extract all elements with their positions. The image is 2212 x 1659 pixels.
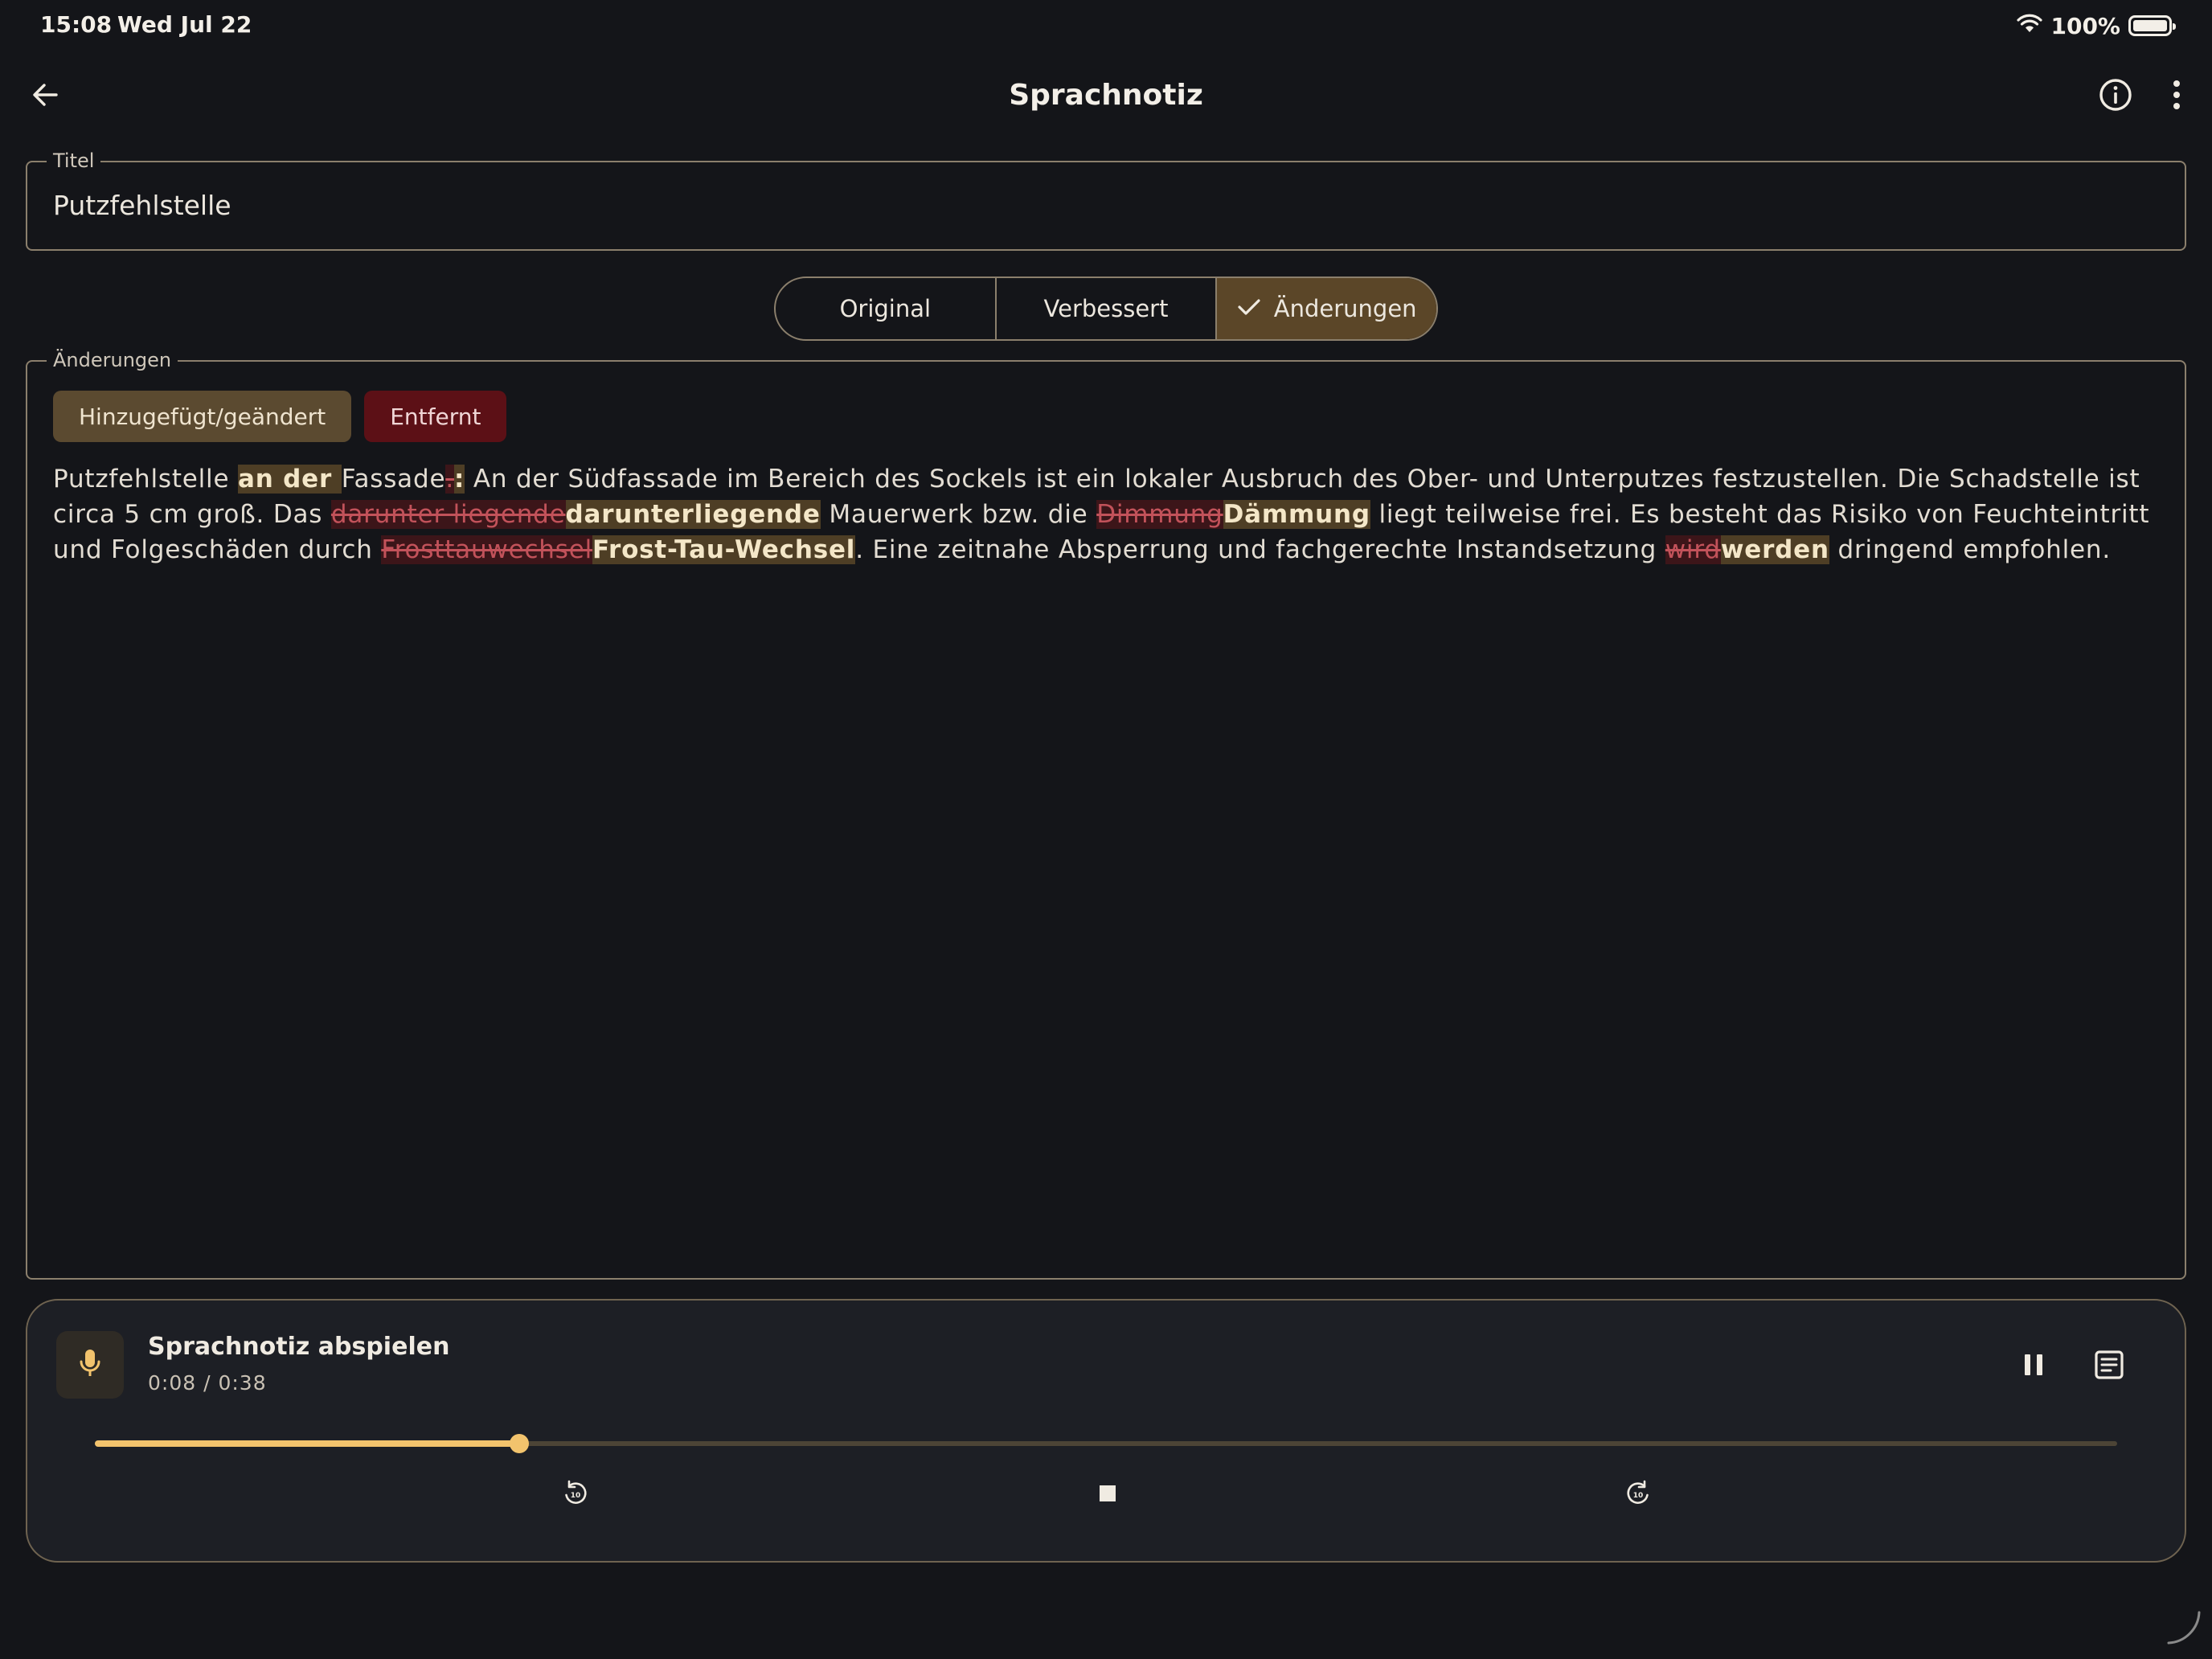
- pause-icon: [2022, 1352, 2046, 1381]
- view-toggle: Original Verbessert Änderungen: [774, 276, 1438, 341]
- tab-aenderungen[interactable]: Änderungen: [1217, 278, 1436, 339]
- microphone-badge: [56, 1331, 124, 1399]
- tab-verbessert[interactable]: Verbessert: [997, 278, 1218, 339]
- battery-percent: 100%: [2050, 12, 2120, 39]
- wifi-icon: [2017, 13, 2043, 39]
- svg-text:10: 10: [1633, 1492, 1644, 1500]
- corner-indicator: [2164, 1608, 2202, 1646]
- forward-10-icon: 10: [1624, 1479, 1653, 1511]
- tab-aenderungen-label: Änderungen: [1273, 295, 1417, 322]
- battery-icon: [2128, 15, 2176, 36]
- title-field[interactable]: Titel: [26, 150, 2186, 251]
- stop-icon: [1098, 1484, 1117, 1506]
- diff-removed: wird: [1665, 535, 1721, 564]
- tab-original-label: Original: [839, 295, 932, 322]
- more-vertical-icon: [2172, 79, 2181, 114]
- changes-panel: Änderungen Hinzugefügt/geändert Entfernt…: [26, 349, 2186, 1280]
- diff-removed: Frosttauwechsel: [381, 535, 592, 564]
- slider-thumb[interactable]: [510, 1434, 530, 1453]
- diff-unchanged: Fassade: [341, 465, 446, 494]
- diff-inserted: werden: [1720, 535, 1829, 564]
- legend-removed-chip: Entfernt: [364, 391, 507, 442]
- diff-inserted: :: [453, 465, 465, 494]
- status-indicators: 100%: [2017, 10, 2176, 42]
- page-title: Sprachnotiz: [1009, 79, 1203, 112]
- stop-button[interactable]: [1083, 1471, 1132, 1519]
- diff-inserted: darunterliegende: [565, 500, 821, 529]
- microphone-icon: [78, 1347, 102, 1382]
- diff-inserted: Dämmung: [1223, 500, 1370, 529]
- forward-button[interactable]: 10: [1614, 1471, 1662, 1519]
- changes-panel-label: Änderungen: [47, 349, 178, 371]
- diff-unchanged: Putzfehlstelle: [53, 465, 238, 494]
- diff-inserted: an der: [238, 465, 342, 494]
- more-options-button[interactable]: [2154, 72, 2199, 121]
- diff-inserted: Frost-Tau-Wechsel: [592, 535, 856, 564]
- title-field-label: Titel: [47, 150, 101, 172]
- status-time: 15:08: [40, 11, 113, 38]
- diff-unchanged: dringend empfohlen.: [1829, 535, 2112, 564]
- diff-text: Putzfehlstelle an der Fassade.: An der S…: [53, 461, 2159, 567]
- audio-player-card: Sprachnotiz abspielen 0:08 / 0:38 10 10: [26, 1299, 2186, 1563]
- rewind-10-icon: 10: [561, 1479, 590, 1511]
- legend-added-chip: Hinzugefügt/geändert: [53, 391, 352, 442]
- playback-slider[interactable]: [95, 1431, 2117, 1456]
- transcript-icon: [2093, 1349, 2125, 1384]
- svg-text:10: 10: [571, 1492, 581, 1500]
- diff-removed: darunter liegende: [330, 500, 566, 529]
- diff-removed: Dimmung: [1096, 500, 1223, 529]
- player-time: 0:08 / 0:38: [148, 1371, 267, 1395]
- rewind-button[interactable]: 10: [551, 1471, 600, 1519]
- diff-legend: Hinzugefügt/geändert Entfernt: [53, 391, 507, 442]
- info-button[interactable]: [2091, 72, 2140, 121]
- diff-removed: .: [445, 465, 454, 494]
- player-title: Sprachnotiz abspielen: [148, 1333, 450, 1361]
- pause-button[interactable]: [2011, 1344, 2056, 1389]
- check-icon: [1237, 295, 1261, 322]
- diff-unchanged: . Eine zeitnahe Absperrung und fachgerec…: [855, 535, 1665, 564]
- status-date: Wed Jul 22: [117, 11, 252, 38]
- title-input[interactable]: [53, 190, 2143, 221]
- slider-fill: [95, 1440, 520, 1447]
- transcript-button[interactable]: [2087, 1344, 2132, 1389]
- diff-unchanged: Mauerwerk bzw. die: [820, 500, 1097, 529]
- info-icon: [2098, 77, 2133, 116]
- tab-original[interactable]: Original: [776, 278, 997, 339]
- app-bar: Sprachnotiz: [0, 64, 2212, 129]
- tab-verbessert-label: Verbessert: [1043, 295, 1169, 322]
- status-bar: 15:08 Wed Jul 22 100%: [0, 0, 2212, 51]
